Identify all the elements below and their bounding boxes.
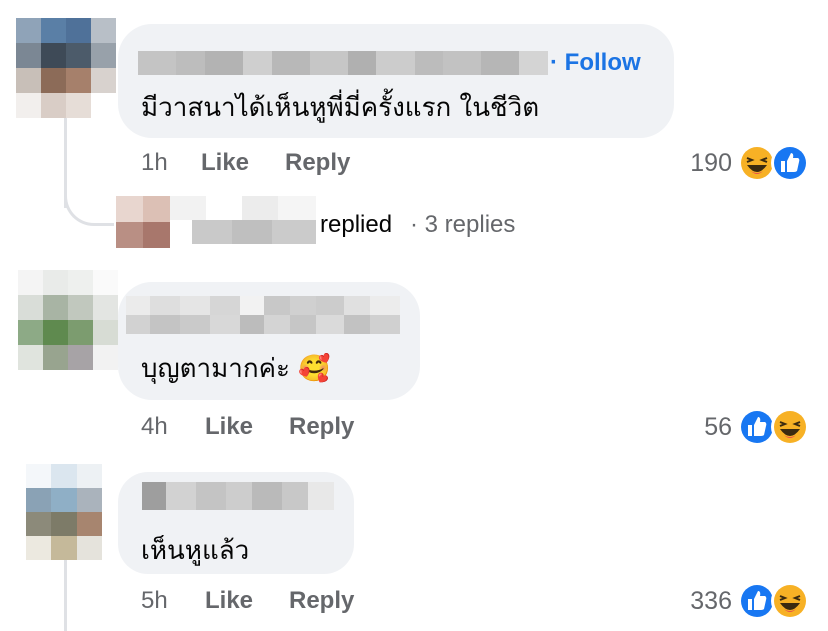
like-icon (771, 144, 809, 182)
like-button[interactable]: Like (201, 149, 249, 177)
replies-count-link[interactable]: · 3 replies (410, 211, 515, 239)
author-name-blurred[interactable] (138, 51, 549, 75)
comment-time[interactable]: 1h (141, 149, 168, 177)
comment-text: เห็นหูแล้ว (141, 536, 250, 566)
reply-button[interactable]: Reply (289, 587, 354, 615)
author-name-blurred[interactable] (126, 296, 400, 334)
reply-button[interactable]: Reply (285, 149, 350, 177)
avatar[interactable] (26, 464, 102, 560)
reply-button[interactable]: Reply (289, 413, 354, 441)
replied-label[interactable]: replied (320, 211, 392, 239)
thread-line-3 (64, 560, 67, 631)
reaction-count[interactable]: 190 (660, 149, 732, 178)
like-button[interactable]: Like (205, 587, 253, 615)
follow-link[interactable]: · Follow (550, 49, 641, 77)
reaction-count[interactable]: 336 (660, 587, 732, 616)
avatar[interactable] (18, 270, 118, 370)
comment-time[interactable]: 5h (141, 587, 168, 615)
comment-text: มีวาสนาได้เห็นหูพี่มี่ครั้งแรก ในชีวิต (141, 93, 540, 123)
author-name-blurred[interactable] (142, 482, 334, 510)
avatar[interactable] (16, 18, 116, 118)
comment-time[interactable]: 4h (141, 413, 168, 441)
haha-icon (771, 582, 809, 620)
replier-names-blurred[interactable] (170, 196, 316, 244)
haha-icon (771, 408, 809, 446)
reply-avatar[interactable] (116, 196, 170, 248)
thread-curve (64, 180, 114, 226)
comment-text: บุญตามากค่ะ 🥰 (141, 354, 331, 384)
like-button[interactable]: Like (205, 413, 253, 441)
reaction-count[interactable]: 56 (672, 413, 732, 442)
